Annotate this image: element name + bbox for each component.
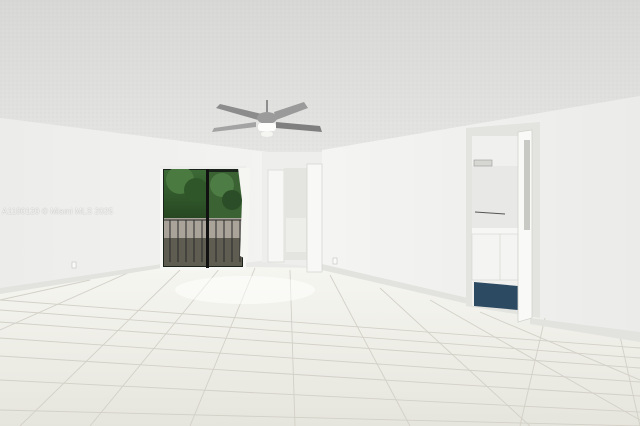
- bath-rug: [474, 282, 518, 310]
- wall-outlet: [332, 257, 338, 265]
- hallway-open-door: [267, 163, 323, 273]
- sliding-glass-door: [160, 166, 246, 270]
- bathroom-doorway: [466, 122, 540, 323]
- room-photo: A1180120 © Miami MLS 2025: [0, 0, 640, 426]
- listing-watermark: A1180120 © Miami MLS 2025: [2, 207, 114, 216]
